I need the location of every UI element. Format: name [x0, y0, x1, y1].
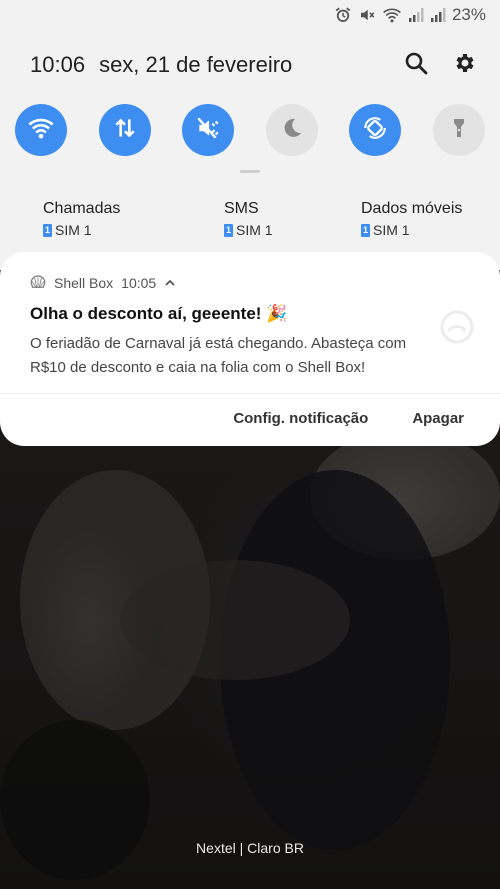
battery-percent: 23% [451, 5, 486, 24]
rotate-icon [362, 115, 388, 146]
sim-calls-value: SIM 1 [55, 222, 92, 238]
wifi-toggle[interactable] [15, 104, 67, 156]
notification-title: Olha o desconto aí, geeente! 🎉 [30, 304, 288, 323]
sim-badge: 1 [43, 223, 52, 237]
sim-badge: 1 [224, 223, 233, 237]
clock: 10:06 [30, 52, 86, 77]
flashlight-toggle[interactable] [432, 104, 485, 156]
panel-drag-handle[interactable] [240, 170, 260, 173]
sim-sms-value: SIM 1 [236, 222, 273, 238]
notification-card[interactable]: Shell Box 10:05 Olha o desconto aí, geee… [0, 252, 500, 446]
notification-app-name: Shell Box [54, 275, 114, 291]
signal-icon-1 [408, 7, 424, 23]
wifi-icon [27, 116, 55, 145]
sim-calls[interactable]: Chamadas 1 SIM 1 [43, 200, 120, 238]
sim-badge: 1 [361, 223, 370, 237]
signal-icon-2 [430, 7, 446, 23]
notification-settings-button[interactable]: Config. notificação [233, 410, 368, 427]
data-transfer-icon [112, 115, 138, 146]
divider [0, 393, 500, 394]
notification-body: O feriadão de Carnaval já está chegando.… [30, 335, 407, 376]
sound-toggle[interactable] [182, 104, 235, 156]
notification-actions: Config. notificação Apagar [233, 410, 464, 427]
search-icon[interactable] [404, 51, 428, 80]
sim-mobile-data-value: SIM 1 [373, 222, 410, 238]
shell-box-large-icon [438, 308, 476, 351]
gear-icon[interactable] [452, 51, 476, 80]
sim-sms-label: SMS [224, 200, 259, 217]
sim-calls-label: Chamadas [43, 200, 121, 217]
sim-mobile-data[interactable]: Dados móveis 1 SIM 1 [361, 200, 462, 238]
header-row: 10:06 sex, 21 de fevereiro [30, 50, 476, 80]
chevron-up-icon[interactable] [164, 275, 176, 291]
shell-logo-icon [30, 274, 46, 292]
auto-rotate-toggle[interactable] [349, 104, 402, 156]
mute-icon [195, 115, 221, 146]
moon-icon [280, 116, 304, 145]
mute-icon [358, 6, 376, 24]
sim-sms[interactable]: SMS 1 SIM 1 [224, 200, 273, 238]
mobile-data-toggle[interactable] [98, 104, 151, 156]
sim-mobile-data-label: Dados móveis [361, 200, 463, 217]
flashlight-icon [447, 116, 471, 145]
quick-panel: 23% 10:06 sex, 21 de fevereiro Chamadas … [0, 0, 500, 270]
wifi-status-icon [382, 6, 402, 24]
date[interactable]: sex, 21 de fevereiro [99, 52, 292, 78]
blue-light-filter-toggle[interactable] [265, 104, 318, 156]
clear-button[interactable]: Apagar [412, 410, 464, 427]
notification-time: 10:05 [121, 275, 157, 291]
sim-preferences: Chamadas 1 SIM 1 SMS 1 SIM 1 Dados móvei… [0, 200, 500, 250]
carrier-label: Nextel | Claro BR [196, 840, 304, 856]
notification-header: Shell Box 10:05 [30, 274, 176, 292]
alarm-icon [334, 6, 352, 24]
quick-toggles [15, 104, 485, 156]
status-bar: 23% [334, 4, 486, 26]
